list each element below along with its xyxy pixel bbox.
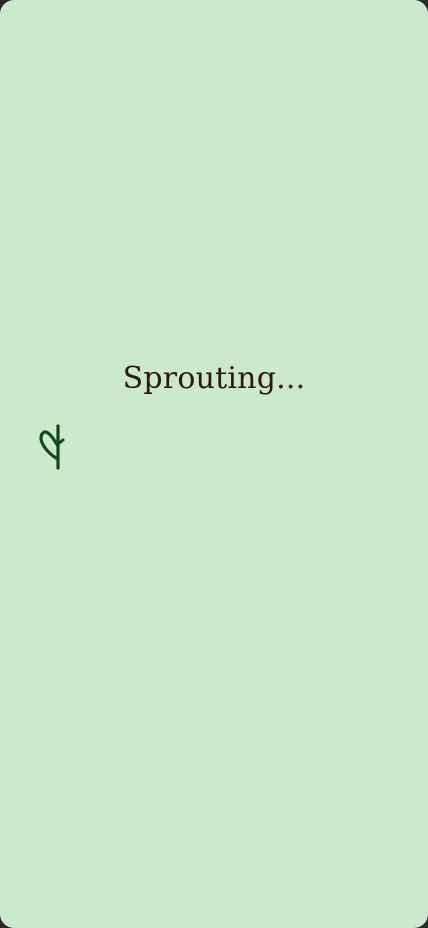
loading-screen: Sprouting...: [0, 0, 428, 928]
sprout-icon: [34, 422, 74, 474]
loading-text: Sprouting...: [122, 361, 306, 396]
